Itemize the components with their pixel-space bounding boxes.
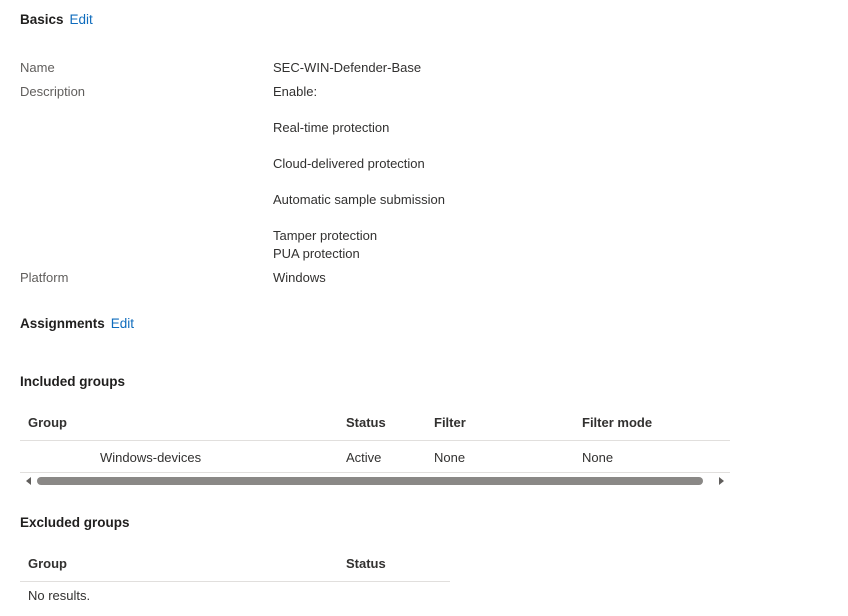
platform-value: Windows [273,270,326,285]
basics-title: Basics [20,12,64,27]
scrollbar-thumb[interactable] [37,477,703,485]
column-header-group[interactable]: Group [28,556,67,571]
description-line: Real-time protection [273,120,390,135]
basics-edit-link[interactable]: Edit [70,12,93,27]
assignments-section-title: Assignments Edit [20,316,134,331]
name-value: SEC-WIN-Defender-Base [273,60,422,75]
column-header-status[interactable]: Status [346,556,386,571]
column-header-filter-mode[interactable]: Filter mode [582,415,652,430]
description-line: Cloud-delivered protection [273,156,425,171]
description-label: Description [20,84,86,99]
cell-group: Windows-devices [100,450,202,465]
cell-status: Active [346,450,382,465]
platform-label: Platform [20,270,69,285]
included-groups-title: Included groups [20,374,126,389]
description-line: PUA protection [273,246,360,261]
scroll-right-icon[interactable] [719,477,724,485]
name-label: Name [20,60,55,75]
header-divider [20,440,730,441]
column-header-status[interactable]: Status [346,415,386,430]
cell-filter-mode: None [582,450,614,465]
description-line: Automatic sample submission [273,192,445,207]
empty-results-text: No results. [28,588,91,603]
assignments-edit-link[interactable]: Edit [111,316,134,331]
excluded-groups-title: Excluded groups [20,515,130,530]
row-divider [20,472,730,473]
scroll-left-icon[interactable] [26,477,31,485]
cell-filter: None [434,450,466,465]
column-header-group[interactable]: Group [28,415,67,430]
header-divider [20,581,450,582]
description-line: Enable: [273,84,318,99]
basics-section-title: Basics Edit [20,12,93,27]
description-line: Tamper protection [273,228,378,243]
assignments-title: Assignments [20,316,105,331]
horizontal-scrollbar[interactable] [20,474,730,488]
column-header-filter[interactable]: Filter [434,415,466,430]
